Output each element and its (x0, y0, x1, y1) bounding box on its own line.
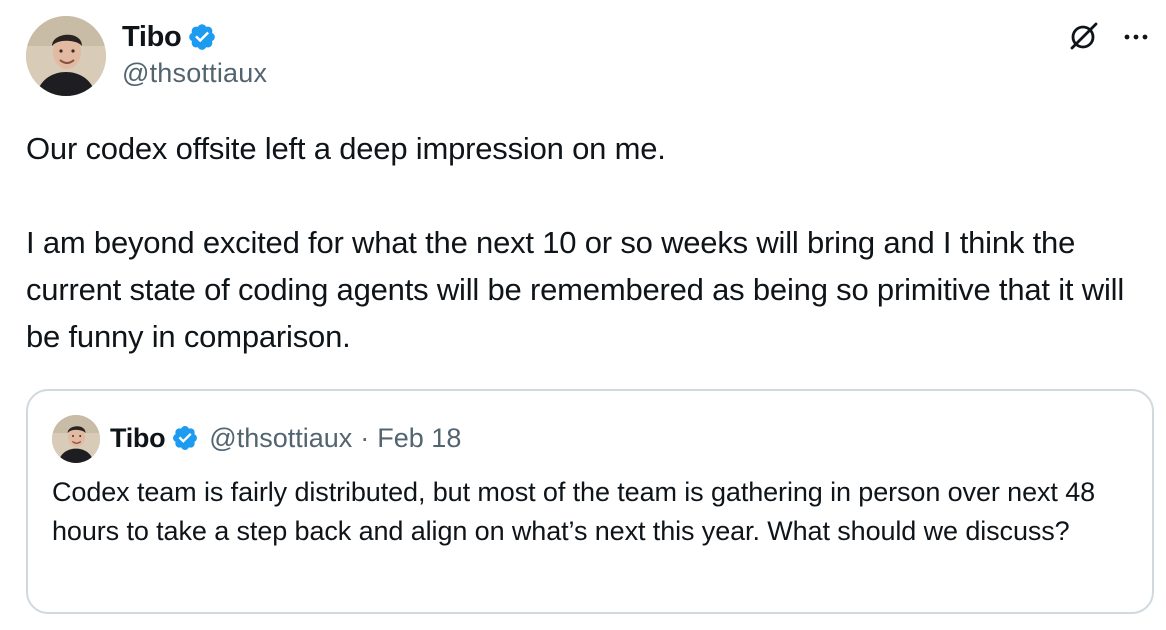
tweet-paragraph: I am beyond excited for what the next 10… (26, 225, 1125, 354)
author-name[interactable]: Tibo (122, 21, 182, 54)
author-handle[interactable]: @thsottiaux (122, 58, 267, 89)
separator-dot: · (360, 422, 370, 453)
quoted-tweet-date: Feb 18 (377, 422, 462, 453)
quoted-tweet-header: Tibo @thsottiaux · Feb 18 (110, 418, 461, 458)
author-avatar[interactable] (26, 16, 106, 96)
quoted-author-avatar (52, 415, 100, 463)
grok-icon[interactable] (1066, 18, 1102, 54)
quoted-author-handle: @thsottiaux (209, 422, 353, 453)
author-name-row: Tibo (122, 18, 217, 56)
avatar-photo-icon (52, 415, 100, 463)
quoted-author-name: Tibo (110, 422, 166, 453)
verified-badge-icon (173, 426, 198, 450)
tweet-card: Tibo @thsottiaux Our codex offsite left … (0, 0, 1166, 630)
more-options-icon[interactable] (1118, 18, 1154, 54)
tweet-text: Our codex offsite left a deep impression… (26, 125, 1151, 360)
verified-badge-icon[interactable] (187, 22, 217, 52)
tweet-paragraph: Our codex offsite left a deep impression… (26, 131, 666, 166)
quoted-tweet-text: Codex team is fairly distributed, but mo… (52, 477, 1096, 546)
avatar-photo-icon (26, 16, 106, 96)
quoted-tweet[interactable]: Tibo @thsottiaux · Feb 18 Codex team is … (26, 389, 1154, 614)
